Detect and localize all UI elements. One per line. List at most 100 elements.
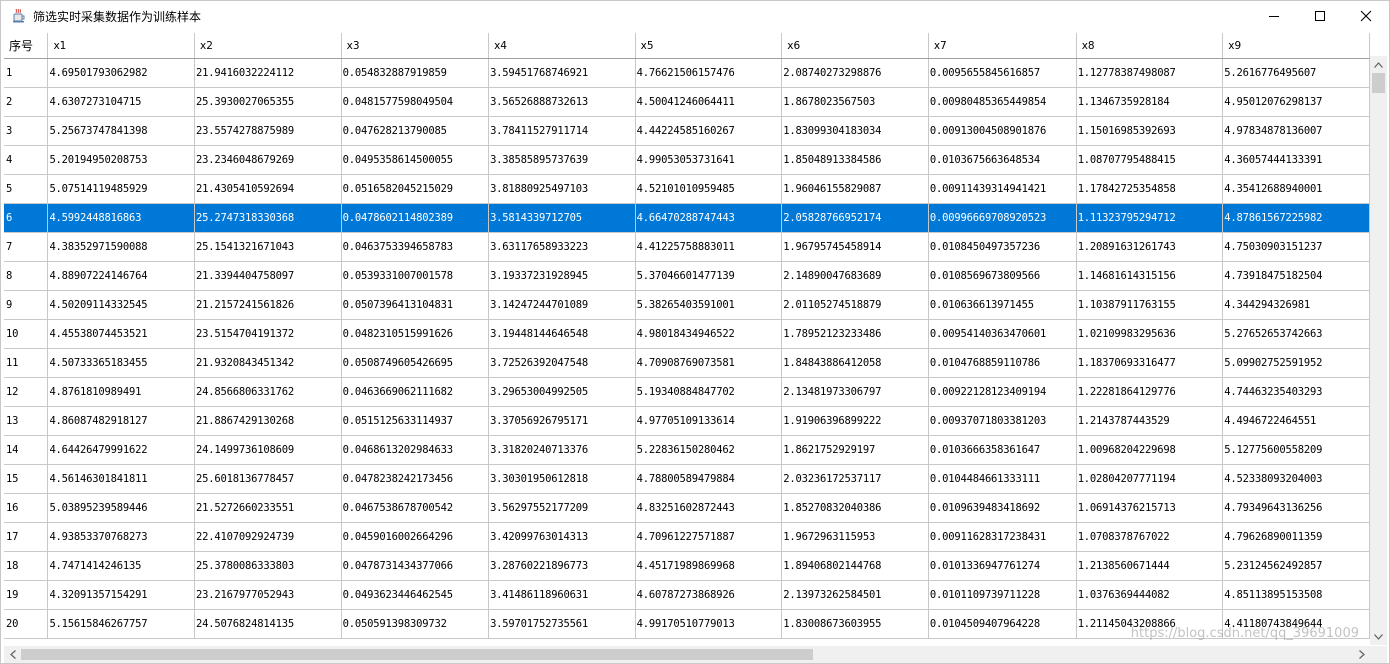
table-cell[interactable]: 5.07514119485929 (47, 174, 196, 204)
table-cell[interactable]: 5.37046601477139 (635, 261, 783, 291)
table-cell[interactable]: 1.10387911763155 (1076, 290, 1224, 320)
table-cell[interactable]: 1.08707795488415 (1076, 145, 1224, 175)
table-cell[interactable]: 21.9416032224112 (194, 58, 342, 88)
table-cell[interactable]: 3.30301950612818 (488, 464, 636, 494)
table-row[interactable]: 15 4.56146301841811 25.6018136778457 0.0478… (4, 464, 1370, 494)
table-cell[interactable]: 2.13973262584501 (781, 580, 929, 610)
table-cell[interactable]: 2.14890047683689 (781, 261, 929, 291)
scroll-down-button[interactable] (1370, 628, 1387, 645)
table-cell[interactable]: 0.0103675663648534 (928, 145, 1077, 175)
table-cell[interactable]: 3.59701752735561 (488, 609, 636, 639)
table-cell[interactable]: 1.00968204229698 (1076, 435, 1224, 465)
table-cell[interactable]: 0.0539331007001578 (341, 261, 490, 291)
scroll-right-button[interactable] (1353, 646, 1370, 663)
table-cell[interactable]: 1.85048913384586 (781, 145, 929, 175)
table-cell[interactable]: 4.85113895153508 (1222, 580, 1370, 610)
table-cell[interactable]: 1.89406802144768 (781, 551, 929, 581)
table-cell[interactable]: 25.2747318330368 (194, 203, 342, 233)
table-cell[interactable]: 1.18370693316477 (1076, 348, 1224, 378)
table-cell[interactable]: 3.38585895737639 (488, 145, 636, 175)
table-cell[interactable]: 24.5076824814135 (194, 609, 342, 639)
maximize-button[interactable] (1297, 1, 1343, 31)
table-cell[interactable]: 3.5814339712705 (488, 203, 636, 233)
table-cell[interactable]: 23.5154704191372 (194, 319, 342, 349)
row-index-cell[interactable]: 19 (4, 580, 49, 610)
table-cell[interactable]: 5.20194950208753 (47, 145, 196, 175)
table-cell[interactable]: 1.9672963115953 (781, 522, 929, 552)
table-cell[interactable]: 4.6307273104715 (47, 87, 196, 117)
table-cell[interactable]: 5.38265403591001 (635, 290, 783, 320)
table-cell[interactable]: 4.50209114332545 (47, 290, 196, 320)
table-cell[interactable]: 21.9320843451342 (194, 348, 342, 378)
table-cell[interactable]: 2.01105274518879 (781, 290, 929, 320)
table-row[interactable]: 17 4.93853370768273 22.4107092924739 0.0459… (4, 522, 1370, 552)
column-header-x5[interactable]: x5 (635, 33, 783, 59)
row-index-cell[interactable]: 13 (4, 406, 49, 436)
table-cell[interactable]: 1.91906396899222 (781, 406, 929, 436)
table-row[interactable]: 16 5.03895239589446 21.5272660233551 0.0467… (4, 493, 1370, 523)
table-cell[interactable]: 5.23124562492857 (1222, 551, 1370, 581)
table-cell[interactable]: 1.17842725354858 (1076, 174, 1224, 204)
table-cell[interactable]: 24.8566806331762 (194, 377, 342, 407)
table-cell[interactable]: 21.2157241561826 (194, 290, 342, 320)
table-cell[interactable]: 4.73918475182504 (1222, 261, 1370, 291)
table-cell[interactable]: 0.0463753394658783 (341, 232, 490, 262)
row-index-cell[interactable]: 17 (4, 522, 49, 552)
table-row[interactable]: 6 4.5992448816863 25.2747318330368 0.047860… (4, 203, 1370, 233)
table-cell[interactable]: 23.5574278875989 (194, 116, 342, 146)
table-cell[interactable]: 0.00922128123409194 (928, 377, 1077, 407)
table-cell[interactable]: 4.35412688940001 (1222, 174, 1370, 204)
table-cell[interactable]: 1.0708378767022 (1076, 522, 1224, 552)
table-cell[interactable]: 4.344294326981 (1222, 290, 1370, 320)
table-cell[interactable]: 5.25673747841398 (47, 116, 196, 146)
table-cell[interactable]: 2.08740273298876 (781, 58, 929, 88)
table-cell[interactable]: 3.37056926795171 (488, 406, 636, 436)
table-cell[interactable]: 0.0478238242173456 (341, 464, 490, 494)
table-cell[interactable]: 25.3780086333803 (194, 551, 342, 581)
table-cell[interactable]: 4.45538074453521 (47, 319, 196, 349)
table-cell[interactable]: 0.0101336947761274 (928, 551, 1077, 581)
table-cell[interactable]: 3.59451768746921 (488, 58, 636, 88)
row-index-cell[interactable]: 14 (4, 435, 49, 465)
table-cell[interactable]: 3.81880925497103 (488, 174, 636, 204)
table-cell[interactable]: 4.32091357154291 (47, 580, 196, 610)
row-index-cell[interactable]: 1 (4, 58, 49, 88)
table-cell[interactable]: 0.00954140363470601 (928, 319, 1077, 349)
table-cell[interactable]: 1.2143787443529 (1076, 406, 1224, 436)
table-cell[interactable]: 4.74463235403293 (1222, 377, 1370, 407)
table-cell[interactable]: 3.19448144646548 (488, 319, 636, 349)
table-cell[interactable]: 0.00996669708920523 (928, 203, 1077, 233)
column-header-x9[interactable]: x9 (1222, 33, 1370, 59)
table-cell[interactable]: 0.050591398309732 (341, 609, 490, 639)
table-row[interactable]: 10 4.45538074453521 23.5154704191372 0.0482… (4, 319, 1370, 349)
table-cell[interactable]: 24.1499736108609 (194, 435, 342, 465)
column-header-x8[interactable]: x8 (1076, 33, 1224, 59)
table-cell[interactable]: 0.0095655845616857 (928, 58, 1077, 88)
table-cell[interactable]: 4.4946722464551 (1222, 406, 1370, 436)
table-cell[interactable]: 4.79626890011359 (1222, 522, 1370, 552)
table-cell[interactable]: 1.20891631261743 (1076, 232, 1224, 262)
table-cell[interactable]: 4.50733365183455 (47, 348, 196, 378)
table-cell[interactable]: 3.19337231928945 (488, 261, 636, 291)
table-cell[interactable]: 21.3394404758097 (194, 261, 342, 291)
table-cell[interactable]: 5.27652653742663 (1222, 319, 1370, 349)
table-row[interactable]: 14 4.64426479991622 24.1499736108609 0.0468… (4, 435, 1370, 465)
row-index-cell[interactable]: 16 (4, 493, 49, 523)
table-row[interactable]: 7 4.38352971590088 25.1541321671043 0.04637… (4, 232, 1370, 262)
table-cell[interactable]: 4.38352971590088 (47, 232, 196, 262)
table-cell[interactable]: 0.0463669062111682 (341, 377, 490, 407)
table-cell[interactable]: 4.97834878136007 (1222, 116, 1370, 146)
column-header-index[interactable]: 序号 (4, 33, 49, 59)
table-cell[interactable]: 0.0108569673809566 (928, 261, 1077, 291)
table-cell[interactable]: 0.0467538678700542 (341, 493, 490, 523)
table-cell[interactable]: 3.56297552177209 (488, 493, 636, 523)
table-cell[interactable]: 3.31820240713376 (488, 435, 636, 465)
table-cell[interactable]: 3.63117658933223 (488, 232, 636, 262)
column-header-x4[interactable]: x4 (488, 33, 636, 59)
table-cell[interactable]: 21.5272660233551 (194, 493, 342, 523)
table-cell[interactable]: 4.98018434946522 (635, 319, 783, 349)
table-cell[interactable]: 4.8761810989491 (47, 377, 196, 407)
table-cell[interactable]: 4.86087482918127 (47, 406, 196, 436)
table-cell[interactable]: 0.0478602114802389 (341, 203, 490, 233)
table-row[interactable]: 9 4.50209114332545 21.2157241561826 0.05073… (4, 290, 1370, 320)
